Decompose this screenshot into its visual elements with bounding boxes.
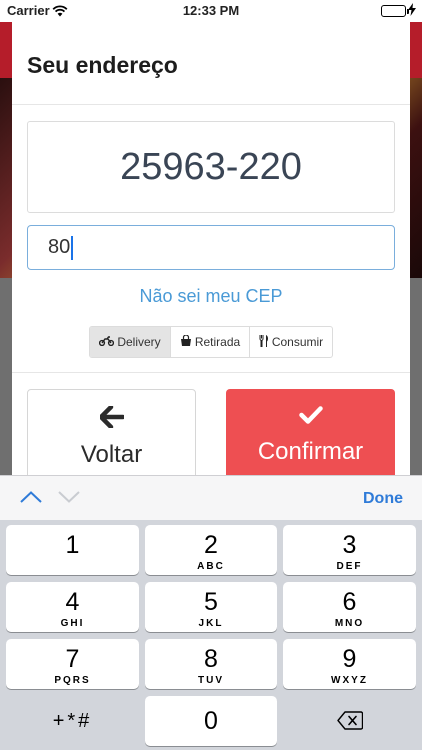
address-number-value: 80 — [48, 236, 71, 258]
key-digit: 2 — [204, 531, 218, 559]
shopping-bag-icon — [180, 334, 192, 349]
status-bar: Carrier 12:33 PM — [0, 0, 422, 22]
key-letters: JKL — [198, 618, 224, 629]
check-icon — [298, 405, 323, 430]
motorcycle-icon — [99, 335, 115, 349]
confirm-button[interactable]: Confirmar — [226, 389, 395, 475]
key-digit: 0 — [204, 707, 218, 735]
key-letters: ABC — [197, 561, 225, 572]
option-pickup[interactable]: Retirada — [171, 327, 250, 357]
back-button-label: Voltar — [80, 441, 143, 468]
cep-field[interactable]: 25963-220 — [27, 121, 395, 213]
key-digit: 9 — [342, 645, 357, 673]
backspace-icon — [336, 711, 363, 735]
key-letters: MNO — [334, 618, 365, 629]
key-digit: 4 — [65, 588, 80, 616]
chevron-up-icon[interactable] — [20, 490, 42, 508]
confirm-button-label: Confirmar — [257, 438, 364, 465]
key-digit: 3 — [342, 531, 357, 559]
number-keypad: 1 2 ABC 3 DEF 4 GHI 5 JKL 6 MNO 7 PQRS 8… — [0, 520, 422, 750]
key-digit: 6 — [342, 588, 357, 616]
text-caret — [71, 235, 74, 260]
option-label: Consumir — [271, 335, 324, 349]
key-1[interactable]: 1 — [6, 525, 139, 575]
done-button[interactable]: Done — [363, 490, 403, 508]
key-digit: 1 — [65, 531, 80, 559]
option-dine-in[interactable]: Consumir — [250, 327, 332, 357]
key-6[interactable]: 6 MNO — [283, 582, 416, 632]
clock: 12:33 PM — [182, 3, 240, 18]
charging-icon — [408, 3, 416, 19]
key-letters: GHI — [60, 618, 85, 629]
divider — [12, 104, 410, 105]
key-9[interactable]: 9 WXYZ — [283, 639, 416, 689]
key-4[interactable]: 4 GHI — [6, 582, 139, 632]
modal-title: Seu endereço — [27, 52, 178, 78]
order-type-selector: Delivery Retirada Consumir — [89, 326, 333, 358]
address-modal: Seu endereço 25963-220 80 Não sei meu CE… — [12, 22, 410, 475]
divider — [12, 372, 410, 373]
arrow-left-icon — [98, 404, 125, 433]
key-3[interactable]: 3 DEF — [283, 525, 416, 575]
key-letters: WXYZ — [331, 675, 368, 686]
key-digit: 5 — [204, 588, 218, 616]
delete-key[interactable] — [283, 696, 416, 746]
key-0[interactable]: 0 — [145, 696, 277, 746]
chevron-down-icon[interactable] — [58, 490, 80, 508]
option-label: Retirada — [194, 335, 241, 349]
key-letters: DEF — [336, 561, 363, 572]
keyboard-toolbar: Done — [0, 475, 422, 520]
key-7[interactable]: 7 PQRS — [6, 639, 139, 689]
option-label: Delivery — [117, 335, 161, 349]
fork-knife-icon — [259, 334, 269, 350]
key-letters: PQRS — [54, 675, 91, 686]
symbols-key-label: +*# — [52, 710, 93, 732]
key-8[interactable]: 8 TUV — [145, 639, 277, 689]
unknown-cep-link[interactable]: Não sei meu CEP — [12, 286, 410, 307]
key-letters: TUV — [198, 675, 224, 686]
option-delivery[interactable]: Delivery — [90, 327, 171, 357]
key-2[interactable]: 2 ABC — [145, 525, 277, 575]
key-digit: 8 — [204, 645, 218, 673]
address-number-input[interactable]: 80 — [27, 225, 395, 270]
key-digit: 7 — [65, 645, 80, 673]
symbols-key[interactable]: +*# — [6, 696, 139, 746]
battery-icon — [381, 5, 409, 17]
key-5[interactable]: 5 JKL — [145, 582, 277, 632]
back-button[interactable]: Voltar — [27, 389, 196, 475]
